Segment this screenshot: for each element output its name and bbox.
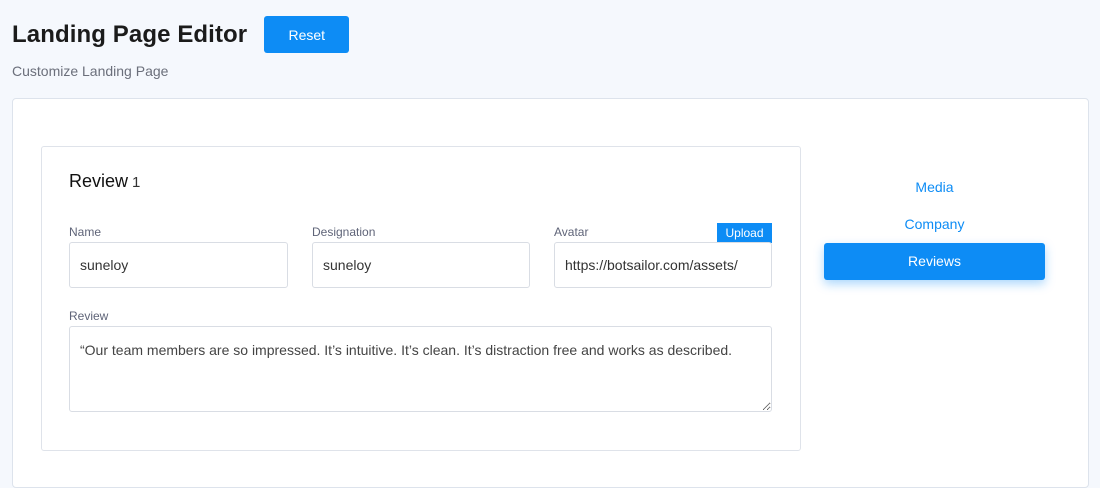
review-textarea[interactable]: “Our team members are so impressed. It’s…: [69, 326, 772, 412]
name-input[interactable]: [69, 242, 288, 288]
page-subtitle: Customize Landing Page: [12, 63, 169, 79]
reset-button[interactable]: Reset: [264, 16, 350, 53]
avatar-label: Avatar: [554, 225, 589, 239]
tab-reviews[interactable]: Reviews: [824, 243, 1045, 280]
avatar-url-input[interactable]: [554, 242, 772, 288]
designation-label: Designation: [312, 225, 376, 239]
page-header: Landing Page Editor Reset: [12, 16, 350, 53]
review-heading: Review 1: [69, 171, 140, 192]
upload-button[interactable]: Upload: [717, 223, 772, 243]
section-tabs: Media Company Reviews: [824, 169, 1046, 280]
tab-company[interactable]: Company: [824, 206, 1045, 243]
review-card: Review1 Name Designation Avatar Upload R…: [41, 146, 801, 451]
tab-media[interactable]: Media: [824, 169, 1045, 206]
review-heading-label: Review: [69, 171, 129, 191]
page-title: Landing Page Editor: [12, 20, 248, 48]
designation-input[interactable]: [312, 242, 530, 288]
review-text-label: Review: [69, 309, 109, 323]
review-index: 1: [132, 174, 141, 191]
name-label: Name: [69, 225, 102, 239]
editor-panel: Review1 Name Designation Avatar Upload R…: [12, 98, 1089, 488]
